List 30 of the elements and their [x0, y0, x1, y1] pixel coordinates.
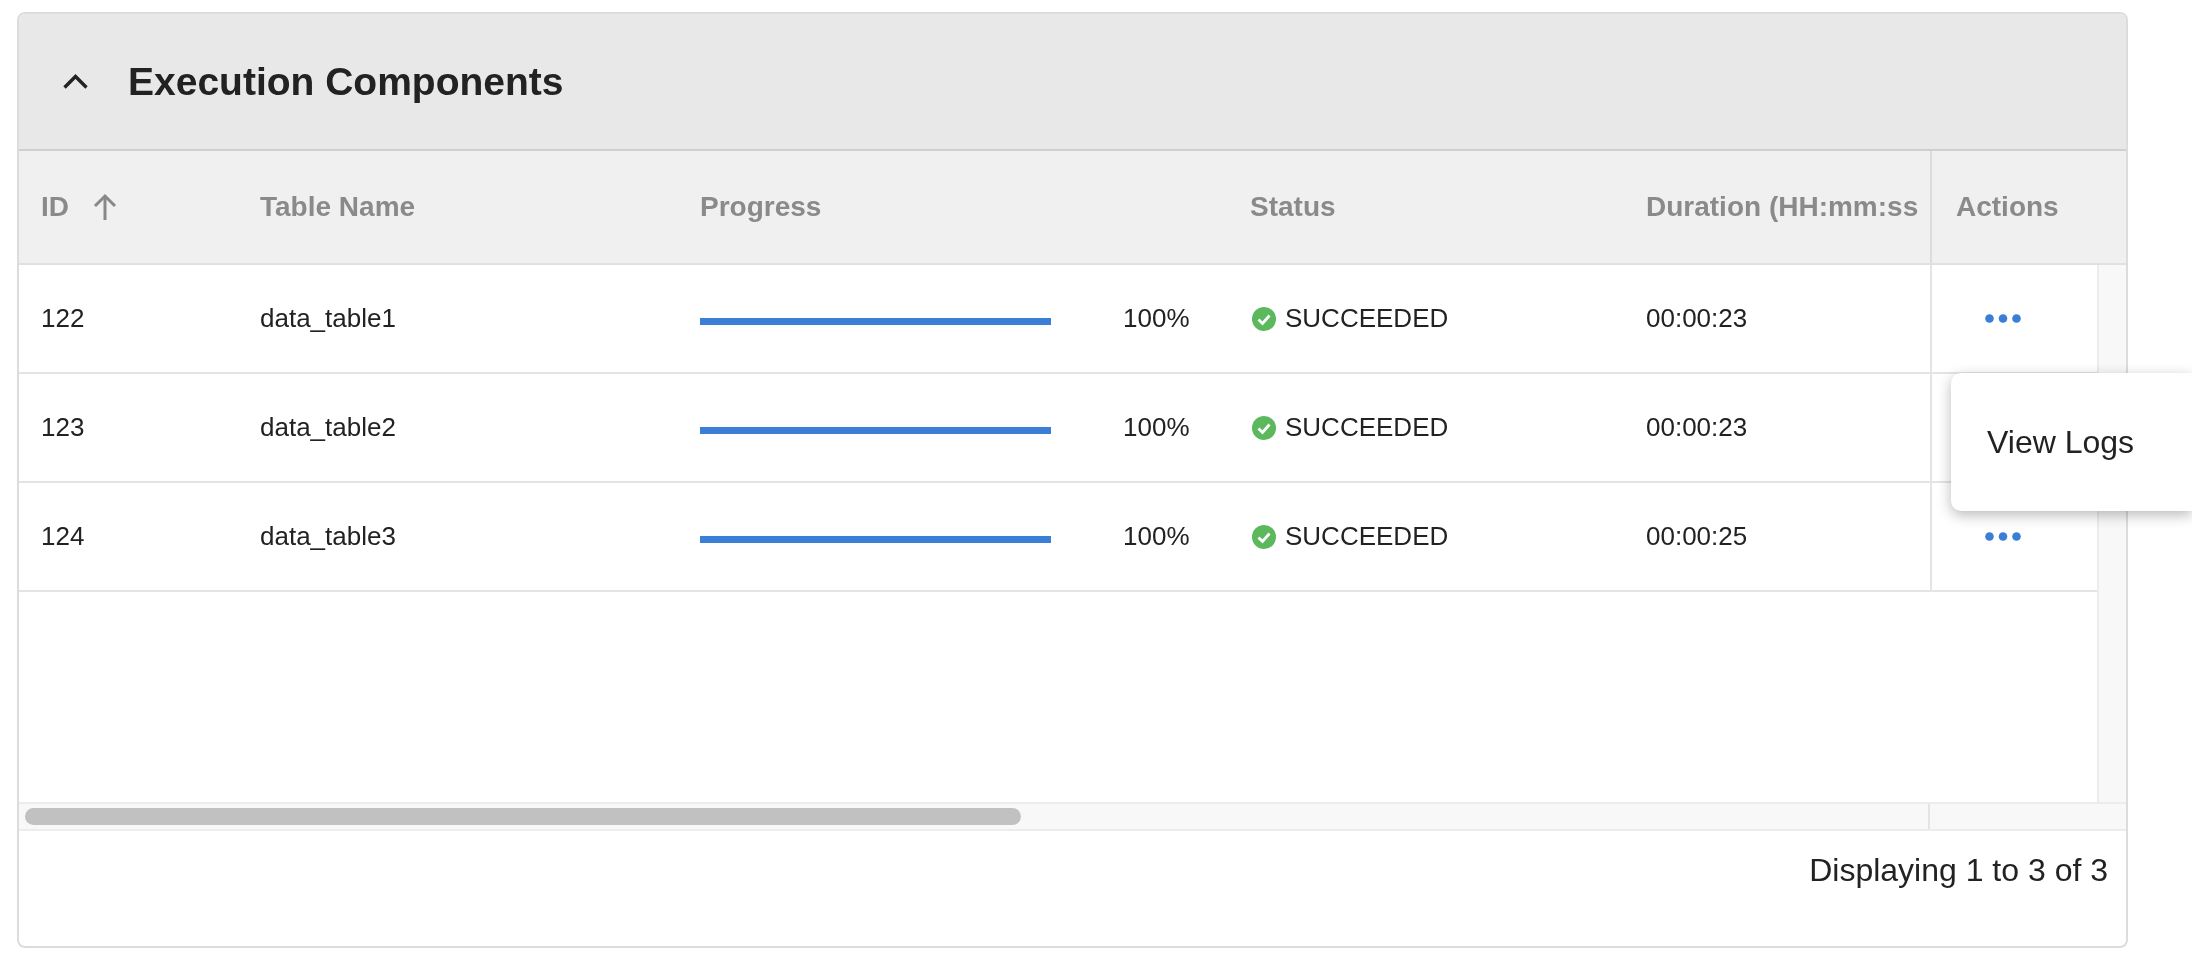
arrow-up-icon[interactable]: [93, 193, 117, 221]
progress-percent: 100%: [1123, 303, 1190, 334]
column-header[interactable]: Table Name: [260, 191, 416, 223]
column-header[interactable]: ID: [41, 191, 69, 223]
scrollbar-thumb[interactable]: [25, 808, 1021, 825]
table-name: data_table2: [260, 412, 396, 443]
table-name: data_table3: [260, 521, 396, 552]
duration-value: 00:00:23: [1646, 412, 1748, 443]
pagination-summary: Displaying 1 to 3 of 3: [1809, 851, 2108, 889]
progress-percent: 100%: [1123, 521, 1190, 552]
table-name: data_table1: [260, 303, 396, 334]
chevron-up-icon[interactable]: [62, 73, 89, 90]
menu-item[interactable]: View Logs: [1987, 423, 2135, 461]
horizontal-scrollbar[interactable]: [19, 802, 2126, 831]
column-header[interactable]: Duration (HH:mm:ss: [1646, 191, 1919, 223]
column-header[interactable]: Status: [1250, 191, 1336, 223]
row-id: 123: [41, 412, 85, 443]
duration-value: 00:00:23: [1646, 303, 1748, 334]
panel-title: Execution Components: [128, 59, 564, 104]
status-label: SUCCEEDED: [1285, 521, 1449, 552]
column-header[interactable]: Actions: [1956, 191, 2059, 223]
progress-percent: 100%: [1123, 412, 1190, 443]
column-header[interactable]: Progress: [700, 191, 822, 223]
row-id: 124: [41, 521, 85, 552]
row-id: 122: [41, 303, 85, 334]
status-label: SUCCEEDED: [1285, 303, 1449, 334]
more-icon[interactable]: [1985, 314, 2021, 323]
status-label: SUCCEEDED: [1285, 412, 1449, 443]
more-icon[interactable]: [1985, 532, 2021, 541]
duration-value: 00:00:25: [1646, 521, 1748, 552]
